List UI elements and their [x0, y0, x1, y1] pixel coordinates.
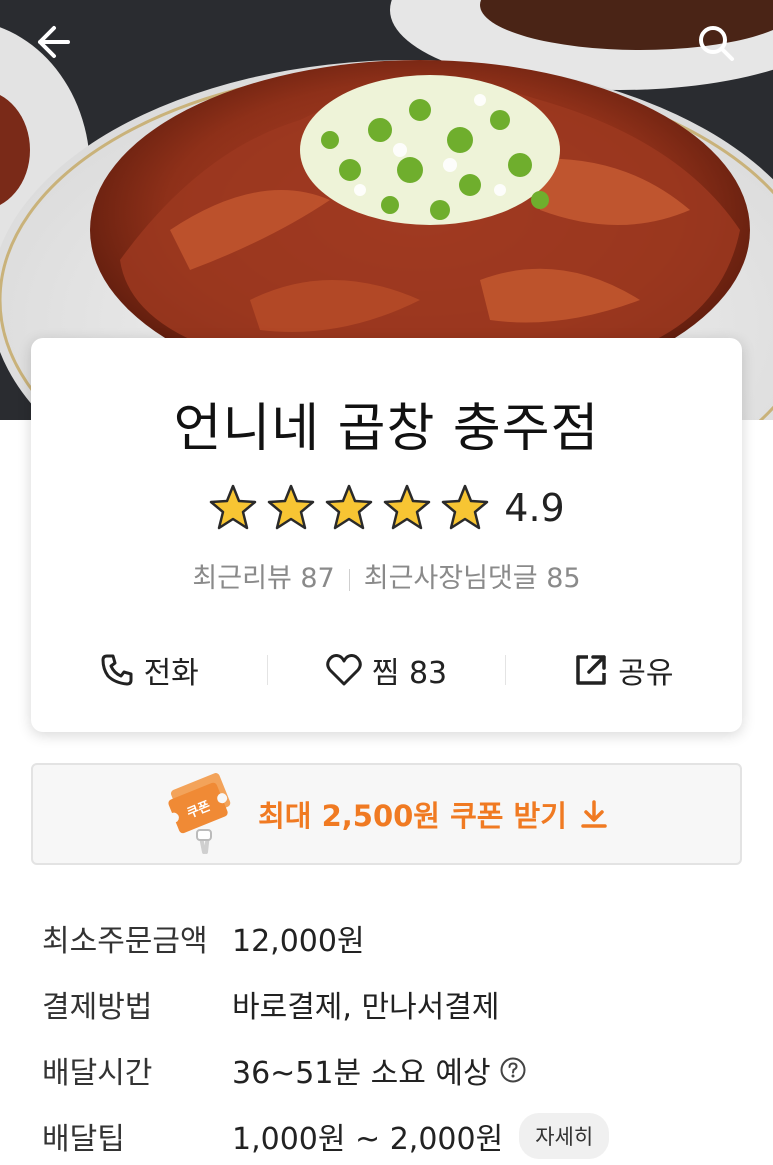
star-icon: [326, 484, 373, 530]
star-icon: [384, 484, 431, 530]
question-circle-icon[interactable]: [499, 1056, 527, 1084]
share-icon: [576, 655, 606, 685]
detail-label: 배달시간: [42, 1056, 153, 1091]
star-icon: [210, 484, 257, 530]
share-label: 공유: [618, 656, 674, 691]
coupon-download-button[interactable]: 쿠폰 최대 2,500원 쿠폰 받기: [31, 763, 742, 865]
detail-value: 36~51분 소요 예상: [232, 1056, 491, 1091]
review-stats: 최근리뷰 87 최근사장님댓글 85: [0, 556, 773, 595]
detail-value-wrap: 1,000원 ~ 2,000원 자세히: [232, 1113, 610, 1159]
share-button[interactable]: 공유: [506, 640, 742, 700]
star-icon: [268, 484, 315, 530]
detail-value: 바로결제, 만나서결제: [232, 990, 500, 1025]
delivery-tip-detail-button[interactable]: 자세히: [519, 1113, 610, 1159]
heart-icon: [326, 654, 362, 686]
detail-label: 배달팁: [42, 1122, 125, 1157]
detail-label: 최소주문금액: [42, 924, 208, 959]
coupon-label: 최대 2,500원 쿠폰 받기: [258, 799, 567, 833]
search-button[interactable]: [695, 22, 743, 70]
download-arrow-icon: [581, 800, 607, 828]
rating-value: 4.9: [504, 486, 565, 530]
detail-row-min-order: 최소주문금액 12,000원: [42, 905, 742, 971]
detail-value-wrap: 36~51분 소요 예상: [232, 1048, 527, 1092]
detail-value: 1,000원 ~ 2,000원: [232, 1122, 504, 1157]
call-button[interactable]: 전화: [31, 640, 267, 700]
coupon-ticket-icon: 쿠폰: [168, 773, 231, 854]
detail-row-payment: 결제방법 바로결제, 만나서결제: [42, 971, 742, 1037]
detail-value: 12,000원: [232, 924, 365, 959]
rating-stars: [208, 483, 490, 533]
back-button[interactable]: [32, 22, 80, 70]
wish-label: 찜 83: [371, 656, 448, 691]
star-icon: [442, 484, 489, 530]
detail-row-delivery-tip: 배달팁 1,000원 ~ 2,000원 자세히: [42, 1103, 742, 1165]
recent-reviews-link[interactable]: 최근리뷰 87: [192, 563, 334, 594]
store-name: 언니네 곱창 충주점: [173, 399, 600, 459]
phone-icon: [101, 654, 133, 686]
arrow-left-icon: [38, 26, 70, 58]
detail-row-delivery-time: 배달시간 36~51분 소요 예상: [42, 1037, 742, 1103]
search-icon: [699, 26, 734, 61]
store-details: 최소주문금액 12,000원 결제방법 바로결제, 만나서결제 배달시간 36~…: [42, 905, 742, 1165]
detail-label: 결제방법: [42, 990, 153, 1025]
wish-button[interactable]: 찜 83: [268, 640, 504, 700]
call-label: 전화: [143, 656, 199, 691]
divider: [348, 568, 350, 591]
rating-row: 4.9: [0, 482, 773, 534]
owner-replies-link[interactable]: 최근사장님댓글 85: [364, 563, 581, 594]
action-bar: 전화 찜 83 공유: [31, 640, 742, 700]
